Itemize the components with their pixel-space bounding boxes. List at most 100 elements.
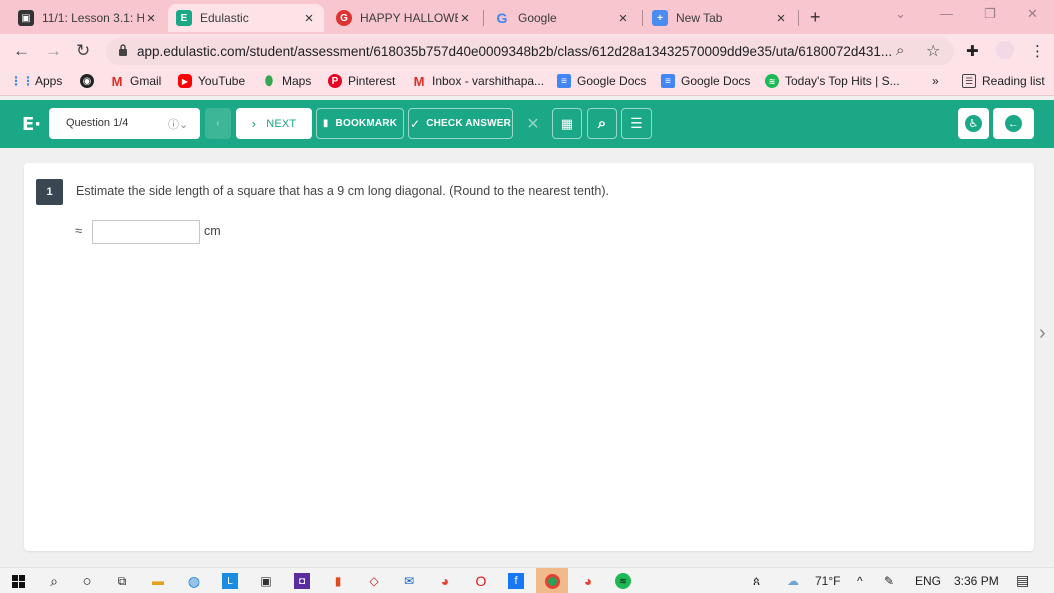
new-tab-favicon-icon: + <box>652 10 668 26</box>
minimize-icon[interactable]: — <box>940 6 953 21</box>
edulastic-logo: E· <box>22 114 42 135</box>
gmail-icon: M <box>111 73 123 89</box>
facebook-icon[interactable]: f <box>508 573 524 589</box>
zoom-icon[interactable]: ⌕ <box>896 42 904 59</box>
close-tab-icon[interactable]: × <box>302 10 316 27</box>
new-tab-button[interactable]: + <box>810 7 821 28</box>
windows-start-icon[interactable] <box>10 573 26 589</box>
bookmark-flag-icon: ▮ <box>322 118 329 129</box>
answer-input[interactable] <box>92 220 200 244</box>
edge-icon[interactable]: ◍ <box>186 573 202 589</box>
extensions-puzzle-icon[interactable]: ✚ <box>966 42 979 60</box>
close-tab-icon[interactable]: × <box>774 10 788 27</box>
lexia-icon[interactable]: L <box>222 573 238 589</box>
weather-temp[interactable]: 71°F <box>815 574 840 588</box>
close-tab-icon[interactable]: × <box>144 10 158 27</box>
bookmarks-overflow-button[interactable]: » <box>932 74 939 88</box>
tab-search-icon[interactable]: ⌄ <box>895 6 906 22</box>
clock-time[interactable]: 3:36 PM <box>954 574 999 588</box>
reading-list-button[interactable]: ☰ Reading list <box>962 74 1045 88</box>
office-icon[interactable]: ▮ <box>330 573 346 589</box>
next-button[interactable]: › NEXT <box>236 108 312 139</box>
chrome-icon[interactable]: ◕ <box>437 573 453 589</box>
bookmark-pinterest[interactable]: P Pinterest <box>328 74 395 88</box>
mcafee-icon[interactable]: ◇ <box>366 573 382 589</box>
browser-menu-icon[interactable]: ⋮ <box>1030 42 1045 60</box>
close-window-icon[interactable]: ✕ <box>1027 6 1038 22</box>
previous-button[interactable]: ‹ <box>205 108 231 139</box>
bookmark-google-docs-2[interactable]: ≡ Google Docs <box>661 74 750 88</box>
bookmark-youtube[interactable]: ▶ YouTube <box>178 74 245 88</box>
bookmark-button[interactable]: ▮ BOOKMARK <box>316 108 404 139</box>
globe-icon: ◉ <box>80 74 94 88</box>
exit-button[interactable]: ← <box>993 108 1034 139</box>
edulastic-favicon-icon: E <box>176 10 192 26</box>
close-tab-icon[interactable]: × <box>616 10 630 27</box>
accessibility-icon: ♿ <box>965 115 982 132</box>
browser-tab-google[interactable]: G Google × <box>486 4 638 32</box>
profile-avatar[interactable] <box>996 41 1014 59</box>
tab-separator <box>483 10 484 26</box>
youtube-icon: ▶ <box>178 74 192 88</box>
opera-icon[interactable]: O <box>473 573 489 589</box>
people-icon[interactable]: ጰ <box>753 574 760 589</box>
magnifier-button[interactable]: ⌕ <box>587 108 617 139</box>
question-select[interactable]: Question 1/4 ⓘ⌄ <box>49 108 200 139</box>
chevron-right-icon[interactable]: › <box>1039 322 1046 345</box>
line-reader-button[interactable]: ☰ <box>621 108 652 139</box>
eliminate-answer-button[interactable]: ✕ <box>518 108 548 139</box>
bookmark-globe[interactable]: ◉ <box>80 74 100 88</box>
bookmark-spotify[interactable]: ≋ Today's Top Hits | S... <box>765 74 900 88</box>
bookmark-inbox[interactable]: M Inbox - varshithapa... <box>412 74 544 89</box>
spotify-icon[interactable]: ≋ <box>615 573 631 589</box>
docs-icon: ≡ <box>661 74 675 88</box>
accessibility-button[interactable]: ♿ <box>958 108 989 139</box>
bookmark-google-docs-1[interactable]: ≡ Google Docs <box>557 74 646 88</box>
maximize-icon[interactable]: ❐ <box>984 6 996 22</box>
calculator-icon: ▦ <box>560 115 574 131</box>
task-view-icon[interactable]: ⧉ <box>114 573 130 589</box>
chrome-active-icon[interactable] <box>536 568 568 593</box>
bookmarks-bar: ⋮⋮ Apps ◉ M Gmail ▶ YouTube ⬮ Maps P Pin… <box>0 68 1054 96</box>
store-icon[interactable]: ▣ <box>258 573 274 589</box>
chevron-left-icon: ‹ <box>216 118 220 129</box>
bookmark-apps[interactable]: ⋮⋮ Apps <box>10 74 62 88</box>
browser-tab-newtab[interactable]: + New Tab × <box>644 4 796 32</box>
weather-icon: ☁ <box>787 574 799 588</box>
browser-tab-halloween[interactable]: G HAPPY HALLOWEE × <box>328 4 480 32</box>
bookmark-maps[interactable]: ⬮ Maps <box>262 73 311 88</box>
notifications-icon[interactable]: ▤ <box>1016 572 1029 589</box>
docs-icon: ≡ <box>557 74 571 88</box>
search-icon[interactable]: ⌕ <box>46 573 62 589</box>
bookmark-gmail[interactable]: M Gmail <box>110 73 162 89</box>
browser-tab-edulastic[interactable]: E Edulastic × <box>168 4 324 32</box>
back-arrow-icon[interactable]: ← <box>13 41 30 61</box>
address-bar[interactable]: app.edulastic.com/student/assessment/618… <box>106 38 954 65</box>
browser-tab-strip: ▣ 11/1: Lesson 3.1: H × E Edulastic × G … <box>0 0 1054 34</box>
app-icon[interactable]: ◘ <box>294 573 310 589</box>
mail-icon[interactable]: ✉ <box>401 573 417 589</box>
close-tab-icon[interactable]: × <box>458 10 472 27</box>
browser-toolbar: ← → ↻ app.edulastic.com/student/assessme… <box>0 34 1054 68</box>
pen-icon[interactable]: ✎ <box>884 574 894 588</box>
chevron-down-icon: ⓘ⌄ <box>168 119 189 131</box>
chevron-right-icon: › <box>251 116 257 131</box>
reload-icon[interactable]: ↻ <box>76 41 90 61</box>
check-answer-button[interactable]: ✓ CHECK ANSWER <box>408 108 513 139</box>
chrome-profile-icon[interactable]: ◕ <box>580 573 596 589</box>
cortana-icon[interactable]: ○ <box>79 573 95 590</box>
browser-tab-lesson[interactable]: ▣ 11/1: Lesson 3.1: H × <box>10 4 166 32</box>
apps-grid-icon: ⋮⋮ <box>10 74 34 88</box>
question-text: Estimate the side length of a square tha… <box>76 184 609 198</box>
forward-arrow-icon[interactable]: → <box>45 41 62 61</box>
bookmark-star-icon[interactable]: ☆ <box>926 41 940 61</box>
pinterest-icon: P <box>328 74 342 88</box>
reading-list-icon: ☰ <box>962 74 976 88</box>
classroom-favicon-icon: ▣ <box>18 10 34 26</box>
tab-separator <box>798 10 799 26</box>
google-favicon-icon: G <box>496 10 508 26</box>
chevron-up-icon[interactable]: ^ <box>857 574 863 588</box>
scratchpad-button[interactable]: ▦ <box>552 108 582 139</box>
language-indicator[interactable]: ENG <box>915 574 941 588</box>
file-explorer-icon[interactable]: ▬ <box>150 573 166 589</box>
